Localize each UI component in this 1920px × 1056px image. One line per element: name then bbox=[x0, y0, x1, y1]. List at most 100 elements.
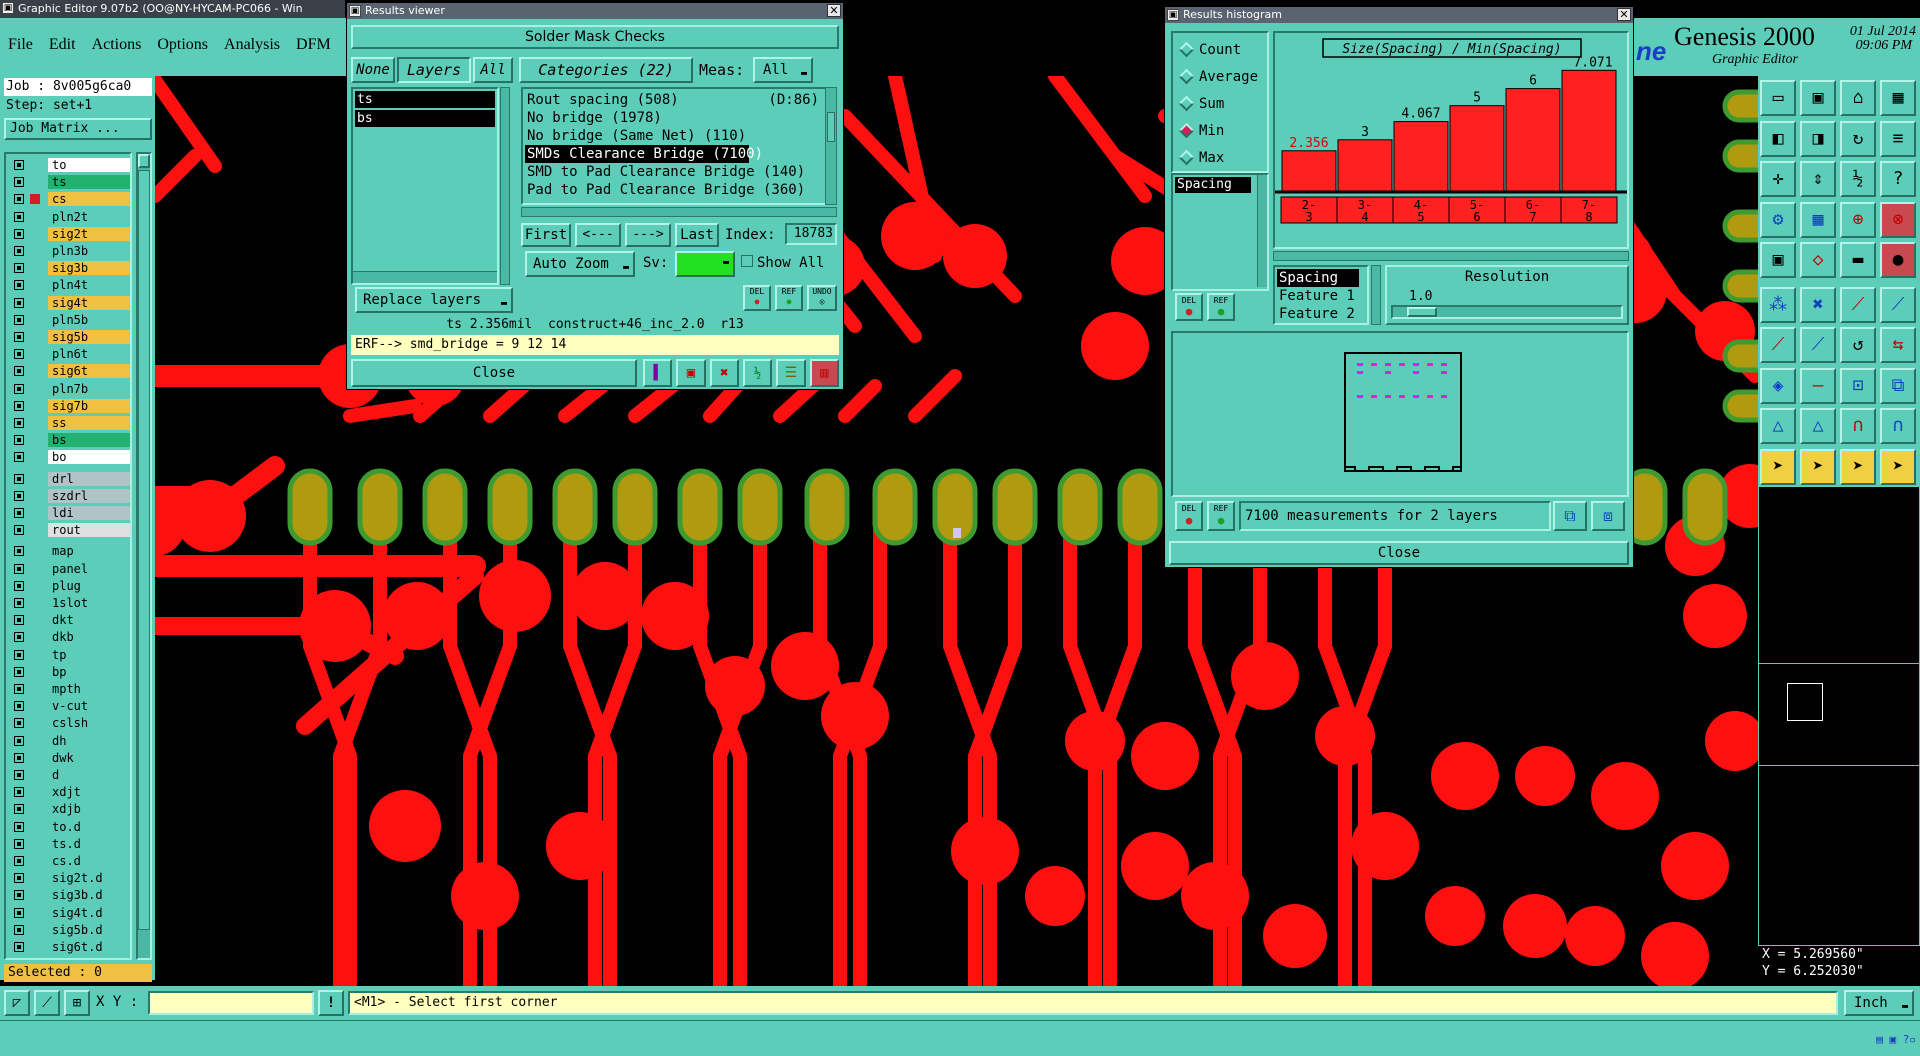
layer-row[interactable]: mpth bbox=[12, 682, 130, 696]
hist-fields-list[interactable]: Spacing Feature 1 Feature 2 bbox=[1273, 265, 1369, 325]
categories-list[interactable]: Rout spacing (508) (D:86) No bridge (1978)… bbox=[521, 87, 837, 205]
histogram-close-button[interactable]: Close bbox=[1169, 541, 1629, 565]
layer-checkbox[interactable] bbox=[14, 821, 24, 832]
layer-row[interactable]: sig6t.d bbox=[12, 940, 130, 954]
result-layer-item[interactable]: ts bbox=[355, 91, 495, 108]
meas-dropdown[interactable]: All ▬ bbox=[753, 57, 813, 83]
layer-row[interactable]: pln2t bbox=[12, 209, 130, 224]
layer-name[interactable]: pln3b bbox=[48, 244, 130, 258]
all-button[interactable]: All bbox=[473, 57, 513, 83]
route-icon[interactable]: ⟋ bbox=[1880, 286, 1916, 323]
layer-checkbox[interactable] bbox=[14, 838, 24, 849]
layer-row[interactable]: rout bbox=[12, 523, 130, 538]
rotate-icon[interactable]: ↺ bbox=[1840, 327, 1876, 363]
histogram-icon[interactable]: ▥ bbox=[809, 359, 839, 387]
hist-ref-button[interactable]: REF ● bbox=[1207, 293, 1235, 321]
layer-name[interactable]: dwk bbox=[48, 750, 130, 765]
snap-point-icon[interactable]: ▣ bbox=[1760, 242, 1796, 278]
layer-name[interactable]: bo bbox=[48, 450, 130, 465]
layers-tab[interactable]: Layers bbox=[397, 57, 471, 83]
mode-option-min[interactable]: Min bbox=[1177, 120, 1258, 147]
hist-field-item[interactable]: Spacing bbox=[1277, 269, 1359, 287]
layer-row[interactable]: tp bbox=[12, 647, 130, 662]
triangle-icon[interactable]: △ bbox=[1760, 408, 1796, 444]
layer-checkbox[interactable] bbox=[14, 177, 24, 188]
auto-zoom-dropdown[interactable]: Auto Zoom ▬ bbox=[525, 251, 635, 277]
measure-tool-icon[interactable]: ⟋ bbox=[34, 990, 60, 1016]
layer-name[interactable]: bs bbox=[48, 433, 130, 448]
layer-row[interactable]: sig2t.d bbox=[12, 871, 130, 886]
layer-row[interactable]: ss bbox=[12, 416, 130, 430]
layer-hscrollbar[interactable] bbox=[353, 271, 497, 283]
layer-checkbox[interactable] bbox=[14, 435, 24, 446]
menu-file[interactable]: File bbox=[8, 36, 33, 54]
layer-checkbox[interactable] bbox=[14, 563, 24, 574]
layer-name[interactable]: cslsh bbox=[48, 716, 130, 731]
layer-checkbox[interactable] bbox=[14, 349, 24, 360]
layer-checkbox[interactable] bbox=[14, 890, 24, 901]
layer-row[interactable]: pln7b bbox=[12, 381, 130, 396]
draw-line-icon[interactable]: ⟋ bbox=[1760, 327, 1796, 363]
layer-row[interactable]: sig3b.d bbox=[12, 888, 130, 903]
layer-row[interactable]: drl bbox=[12, 471, 130, 486]
undo-button[interactable]: UNDO ◎ bbox=[807, 285, 837, 311]
layer-checkbox[interactable] bbox=[14, 907, 24, 918]
pointer-net-icon[interactable]: ➤ bbox=[1880, 448, 1916, 485]
categories-scroll-thumb[interactable] bbox=[827, 112, 835, 142]
layer-row[interactable]: sig4t.d bbox=[12, 905, 130, 920]
grid-view-icon[interactable]: ▦ bbox=[1800, 201, 1836, 238]
category-item[interactable]: No bridge (1978) bbox=[525, 109, 821, 127]
del-button[interactable]: DEL ● bbox=[743, 285, 771, 311]
close-icon[interactable]: ✕ bbox=[1617, 8, 1631, 21]
layer-name[interactable]: sig6t.d bbox=[48, 940, 130, 954]
layer-row[interactable]: map bbox=[12, 544, 130, 559]
layer-checkbox[interactable] bbox=[14, 383, 24, 394]
net-icon[interactable]: ⁂ bbox=[1760, 286, 1796, 323]
layer-name[interactable]: sig3b.d bbox=[48, 888, 130, 903]
layer-row[interactable]: dwk bbox=[12, 750, 130, 765]
layer-checkbox[interactable] bbox=[14, 924, 24, 935]
next-view-icon[interactable]: ◨ bbox=[1800, 120, 1836, 157]
field-list-item[interactable]: Spacing bbox=[1175, 177, 1251, 193]
result-layer-list[interactable]: ts bs bbox=[351, 87, 499, 285]
category-item[interactable]: SMDs Clearance Bridge (7100) bbox=[525, 145, 763, 163]
zoom-fit-icon[interactable]: ⧉ bbox=[1553, 501, 1587, 531]
layer-checkbox[interactable] bbox=[14, 418, 24, 428]
category-item[interactable]: No bridge (Same Net) (110) bbox=[525, 127, 821, 145]
layer-row[interactable]: 1slot bbox=[12, 596, 130, 610]
layer-row[interactable]: cs.d bbox=[12, 854, 130, 868]
layer-name[interactable]: sig2t.d bbox=[48, 871, 130, 886]
layer-row[interactable]: bo bbox=[12, 450, 130, 465]
menu-actions[interactable]: Actions bbox=[92, 36, 142, 54]
layer-row[interactable]: cslsh bbox=[12, 716, 130, 731]
layer-checkbox[interactable] bbox=[14, 525, 24, 536]
move-icon[interactable]: ⊡ bbox=[1840, 367, 1876, 404]
layer-checkbox[interactable] bbox=[14, 160, 24, 170]
category-item[interactable]: Rout spacing (508) (D:86) bbox=[525, 91, 821, 109]
layer-checkbox[interactable] bbox=[14, 246, 24, 256]
layer-name[interactable]: pln5b bbox=[48, 312, 130, 327]
layer-name[interactable]: sig5b.d bbox=[48, 922, 130, 937]
layer-row[interactable]: sig3b bbox=[12, 261, 130, 276]
mode-option-count[interactable]: Count bbox=[1177, 39, 1258, 66]
last-button[interactable]: Last bbox=[675, 223, 719, 247]
field-list[interactable]: Spacing bbox=[1171, 173, 1269, 291]
preview-del-button[interactable]: DEL ● bbox=[1175, 501, 1203, 531]
layer-checkbox[interactable] bbox=[14, 297, 24, 308]
profile-icon[interactable]: ⊕ bbox=[1840, 201, 1876, 238]
layer-name[interactable]: to bbox=[48, 158, 130, 172]
scroll-thumb[interactable] bbox=[138, 170, 150, 930]
layer-checkbox[interactable] bbox=[14, 684, 24, 694]
layer-name[interactable]: xdjt bbox=[48, 785, 130, 800]
layer-list[interactable]: to ts cs pln2t sig2t pln3b sig3b pln4t sig4t pln5… bbox=[4, 152, 132, 960]
layer-row[interactable]: pln5b bbox=[12, 312, 130, 327]
layer-checkbox[interactable] bbox=[14, 787, 24, 798]
layer-checkbox[interactable] bbox=[14, 718, 24, 729]
layer-checkbox[interactable] bbox=[14, 770, 24, 780]
mode-option-max[interactable]: Max bbox=[1177, 147, 1258, 174]
next-button[interactable]: ---> bbox=[625, 223, 671, 247]
category-item[interactable]: Pad to Pad Clearance Bridge (360) bbox=[525, 181, 821, 199]
pad-icon[interactable]: ● bbox=[1880, 242, 1916, 278]
hist-fields-scrollbar[interactable] bbox=[1371, 265, 1381, 325]
copy-icon[interactable]: ⧉ bbox=[1880, 367, 1916, 404]
